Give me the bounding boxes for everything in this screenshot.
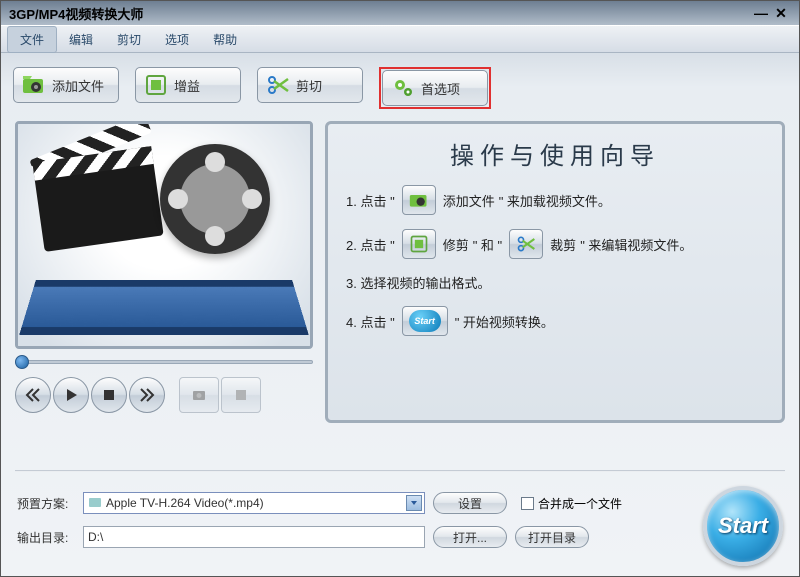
guide-trim-icon — [402, 229, 436, 259]
start-label: Start — [718, 513, 768, 539]
menu-bar: 文件 编辑 剪切 选项 帮助 — [1, 25, 799, 53]
title-bar: 3GP/MP4视频转换大师 — ✕ — [1, 1, 799, 25]
rewind-button[interactable] — [15, 377, 51, 413]
gear-icon — [391, 76, 415, 100]
start-button[interactable]: Start — [703, 486, 783, 566]
stop-button[interactable] — [91, 377, 127, 413]
folder-film-icon — [22, 73, 46, 97]
menu-help[interactable]: 帮助 — [201, 27, 249, 52]
app-title: 3GP/MP4视频转换大师 — [9, 4, 143, 23]
menu-file[interactable]: 文件 — [7, 26, 57, 53]
play-button[interactable] — [53, 377, 89, 413]
playback-controls — [15, 377, 313, 413]
minimize-button[interactable]: — — [751, 5, 771, 21]
merge-checkbox[interactable]: 合并成一个文件 — [521, 495, 622, 512]
tv-icon — [88, 496, 102, 510]
snapshot-button[interactable] — [179, 377, 219, 413]
gain-label: 增益 — [174, 76, 200, 95]
open-button[interactable]: 打开... — [433, 526, 507, 548]
open-dir-button[interactable]: 打开目录 — [515, 526, 589, 548]
guide-heading: 操作与使用向导 — [346, 136, 764, 171]
guide-step-1: 1. 点击 " 添加文件 " 来加载视频文件。 — [346, 185, 764, 215]
guide-start-icon: Start — [402, 306, 448, 336]
output-label: 输出目录: — [17, 529, 75, 546]
extra-button[interactable] — [221, 377, 261, 413]
toolbar: 添加文件 增益 剪切 首选项 — [1, 53, 799, 117]
profile-label: 预置方案: — [17, 495, 75, 512]
menu-options[interactable]: 选项 — [153, 27, 201, 52]
profile-combo[interactable]: Apple TV-H.264 Video(*.mp4) — [83, 492, 425, 514]
guide-step-3: 3. 选择视频的输出格式。 — [346, 273, 764, 292]
preferences-button[interactable]: 首选项 — [382, 70, 488, 106]
seek-thumb[interactable] — [15, 355, 29, 369]
merge-label: 合并成一个文件 — [538, 495, 622, 512]
preferences-label: 首选项 — [421, 79, 460, 98]
guide-add-icon — [402, 185, 436, 215]
menu-cut[interactable]: 剪切 — [105, 27, 153, 52]
add-file-button[interactable]: 添加文件 — [13, 67, 119, 103]
guide-step-4: 4. 点击 " Start " 开始视频转换。 — [346, 306, 764, 336]
seek-slider[interactable] — [15, 355, 313, 369]
profile-value: Apple TV-H.264 Video(*.mp4) — [106, 496, 264, 510]
menu-edit[interactable]: 编辑 — [57, 27, 105, 52]
forward-button[interactable] — [129, 377, 165, 413]
checkbox-box[interactable] — [521, 497, 534, 510]
output-path-input[interactable]: D:\ — [83, 526, 425, 548]
gain-button[interactable]: 增益 — [135, 67, 241, 103]
guide-crop-icon — [509, 229, 543, 259]
preview-area — [15, 121, 313, 349]
add-file-label: 添加文件 — [52, 76, 104, 95]
scissors-icon — [266, 73, 290, 97]
guide-step-2: 2. 点击 " 修剪 " 和 " 裁剪 " 来编辑视频文件。 — [346, 229, 764, 259]
guide-panel: 操作与使用向导 1. 点击 " 添加文件 " 来加载视频文件。 2. 点击 " … — [325, 121, 785, 423]
gain-icon — [144, 73, 168, 97]
preferences-highlight: 首选项 — [379, 67, 491, 109]
cut-label: 剪切 — [296, 76, 322, 95]
chevron-down-icon — [406, 495, 422, 511]
settings-button[interactable]: 设置 — [433, 492, 507, 514]
close-button[interactable]: ✕ — [771, 5, 791, 22]
preview-placeholder-image — [18, 124, 310, 346]
cut-button[interactable]: 剪切 — [257, 67, 363, 103]
output-path-value: D:\ — [88, 530, 103, 544]
